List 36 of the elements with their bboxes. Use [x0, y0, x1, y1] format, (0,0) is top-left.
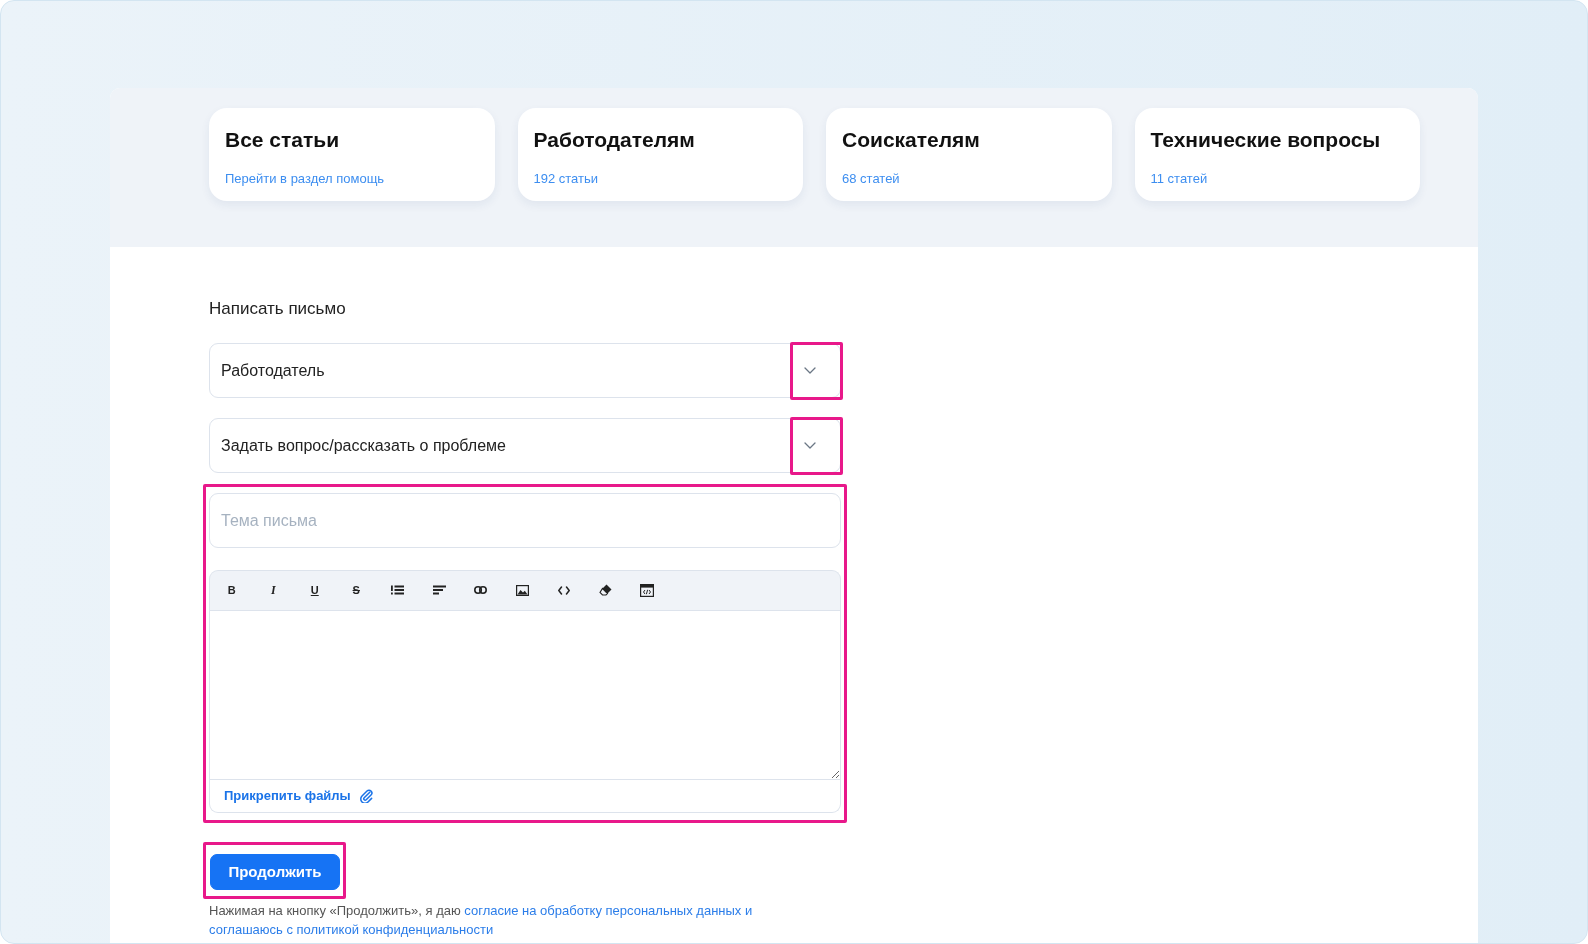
- select-field[interactable]: Работодатель: [209, 343, 841, 398]
- form-heading: Написать письмо: [209, 298, 346, 320]
- card-subtitle: Перейти в раздел помощь: [225, 171, 385, 187]
- eraser-icon: [598, 584, 612, 597]
- paperclip-icon: [358, 788, 373, 804]
- card-subtitle: 192 статьи: [533, 171, 599, 187]
- card-title: Технические вопросы: [1150, 127, 1382, 153]
- select-field[interactable]: Задать вопрос/рассказать о проблеме: [209, 418, 841, 473]
- card-subtitle: 68 статей: [842, 171, 900, 187]
- category-card[interactable]: Соискателям 68 статей: [826, 108, 1112, 201]
- card-subtitle: 11 статей: [1150, 171, 1208, 187]
- category-card[interactable]: Работодателям 192 статьи: [517, 108, 803, 201]
- attach-files-link[interactable]: Прикрепить файлы: [224, 786, 351, 806]
- continue-button[interactable]: Продолжить: [210, 854, 340, 890]
- bold-button[interactable]: B: [211, 576, 253, 605]
- align-left-icon: [432, 585, 446, 596]
- chain-link-icon: [474, 586, 488, 595]
- code-window-icon: [639, 583, 654, 597]
- chevron-down-icon: [804, 367, 816, 374]
- card-title: Все статьи: [225, 127, 341, 153]
- category-card[interactable]: Все статьи Перейти в раздел помощь: [209, 108, 495, 201]
- consent-text: Нажимая на кнопку «Продолжить», я даю согласие на обработку персональных данных и соглашаюсь с политикой конфиденциальности: [209, 902, 754, 939]
- message-field[interactable]: [209, 609, 841, 780]
- code-brackets-icon: [557, 585, 570, 595]
- card-title: Работодателям: [533, 127, 696, 153]
- card-title: Соискателям: [842, 127, 981, 153]
- chevron-down-icon: [804, 442, 816, 449]
- consent-link[interactable]: согласие на обработку персональных данных и: [464, 903, 753, 918]
- subject-input[interactable]: Тема письма: [209, 493, 841, 548]
- image-icon: [515, 584, 529, 596]
- strikethrough-button[interactable]: S: [335, 576, 377, 605]
- underline-button[interactable]: U: [294, 576, 336, 605]
- bullet-list-icon: [391, 585, 405, 596]
- consent-link[interactable]: соглашаюсь с политикой конфиденциальности: [209, 922, 494, 937]
- category-card[interactable]: Технические вопросы 11 статей: [1134, 108, 1420, 201]
- italic-button[interactable]: I: [252, 576, 294, 605]
